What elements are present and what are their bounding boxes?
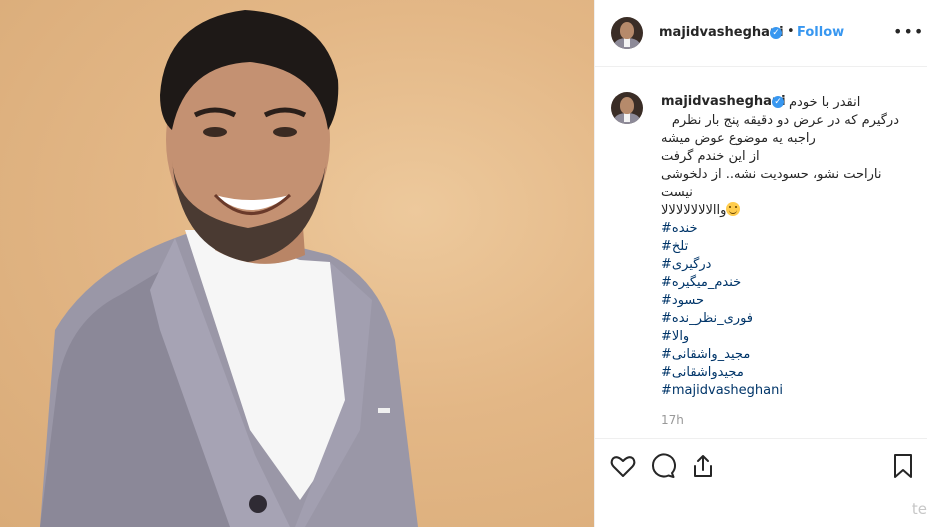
verified-badge-icon: ✓ bbox=[770, 27, 782, 39]
post-caption: انقدر با خودم درگیرم که در عرض دو دقیقه … bbox=[661, 94, 899, 400]
caption-line-text: واالالالالالالالا bbox=[661, 203, 727, 218]
post-timestamp[interactable]: 17h bbox=[661, 413, 684, 427]
more-options-icon[interactable]: ••• bbox=[893, 22, 924, 41]
avatar[interactable] bbox=[611, 17, 643, 49]
post-photo[interactable] bbox=[0, 0, 594, 527]
post-header: majidvasheghani ✓ • Follow ••• bbox=[595, 0, 927, 67]
caption-avatar[interactable] bbox=[611, 92, 643, 124]
caption-line: ناراحت نشو، حسودیت نشه.. از دلخوشی bbox=[661, 167, 882, 182]
man-in-suit-image bbox=[40, 10, 418, 527]
hashtag-link[interactable]: #تلخ bbox=[661, 238, 899, 256]
caption-line: درگیرم که در عرض دو دقیقه پنج بار نظرم bbox=[671, 113, 899, 128]
heart-icon[interactable] bbox=[609, 452, 637, 480]
bookmark-icon[interactable] bbox=[889, 452, 917, 480]
hashtag-link[interactable]: #والا bbox=[661, 328, 899, 346]
post-sidebar: majidvasheghani ✓ • Follow ••• majidvash… bbox=[594, 0, 927, 527]
hashtag-link[interactable]: #خنده bbox=[661, 220, 899, 238]
hashtag-link[interactable]: #مجید_واشقانی bbox=[661, 346, 899, 364]
separator-dot: • bbox=[787, 24, 795, 39]
hashtag-link[interactable]: #فوری_نظر_نده bbox=[661, 310, 899, 328]
caption-line: واالالالالالالالا bbox=[661, 202, 899, 220]
hashtag-link[interactable]: #خندم_میگیره bbox=[661, 274, 899, 292]
comment-icon[interactable] bbox=[649, 452, 677, 480]
hashtag-link[interactable]: #حسود bbox=[661, 292, 899, 310]
share-icon[interactable] bbox=[689, 452, 717, 480]
smiling-face-emoji bbox=[726, 202, 741, 216]
caption-line: نیست bbox=[661, 185, 693, 200]
hashtag-link[interactable]: #majidvasheghani bbox=[661, 382, 899, 400]
caption-line: راجبه یه موضوع عوض میشه bbox=[661, 131, 816, 146]
header-username[interactable]: majidvasheghani bbox=[659, 25, 784, 40]
hashtag-link[interactable]: #مجیدواشقانی bbox=[661, 364, 899, 382]
action-bar bbox=[595, 438, 927, 527]
follow-button[interactable]: Follow bbox=[797, 25, 844, 40]
hashtag-link[interactable]: #درگیری bbox=[661, 256, 899, 274]
cut-off-text: te bbox=[911, 500, 927, 518]
caption-line: انقدر با خودم bbox=[789, 95, 861, 110]
caption-line: از این خندم گرفت bbox=[661, 149, 760, 164]
